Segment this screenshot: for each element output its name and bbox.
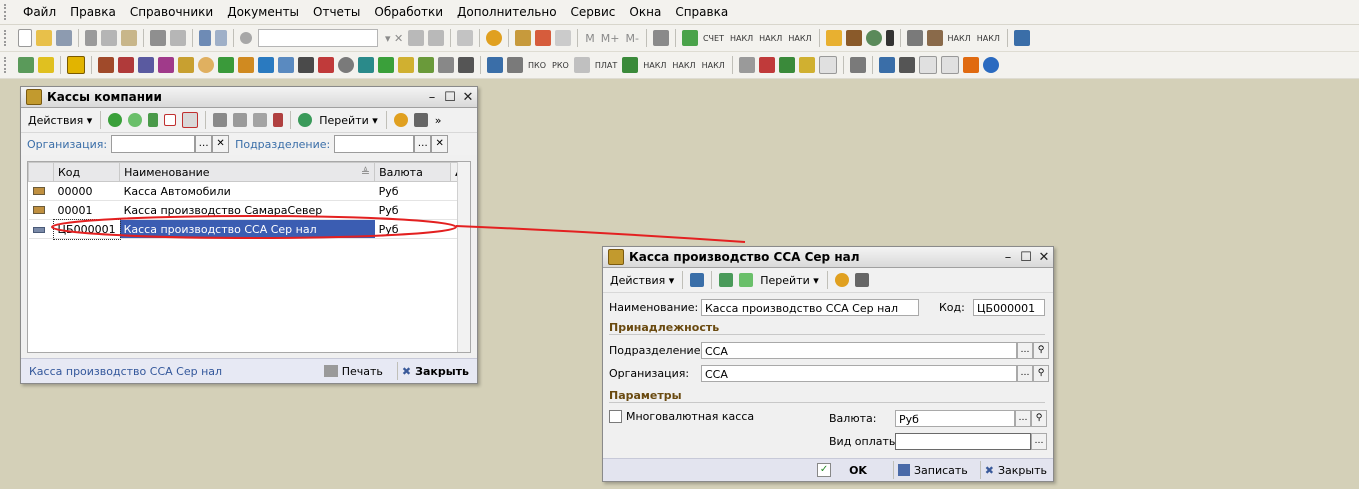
catalog-icon (608, 249, 624, 265)
save-close-icon[interactable] (690, 273, 705, 287)
cash-desk-form-window: Касса производство ССА Сер нал – ☐ ✕ Дей… (602, 246, 1054, 482)
save-icon (897, 464, 910, 476)
organization-input[interactable]: ССА (701, 365, 1017, 382)
currency-select-button[interactable]: … (1015, 410, 1031, 427)
organization-select-button[interactable]: … (1017, 365, 1033, 382)
payment-type-input[interactable] (895, 433, 1031, 450)
maximize-icon[interactable]: ☐ (1017, 250, 1035, 265)
copy-icon[interactable] (739, 273, 754, 287)
save-button[interactable]: Записать (897, 463, 968, 477)
close-label: Закрыть (998, 463, 1047, 477)
multicurrency-label: Многовалютная касса (626, 410, 755, 423)
currency-search-icon[interactable]: ⚲ (1031, 410, 1047, 427)
code-input[interactable]: ЦБ000001 (973, 299, 1045, 316)
parameters-group-title: Параметры (609, 389, 682, 402)
payment-type-select-button[interactable]: … (1031, 433, 1047, 450)
department-label: Подразделение: (609, 344, 705, 357)
department-select-button[interactable]: … (1017, 342, 1033, 359)
form-bottom-bar: ✓ OK Записать ✖ Закрыть (603, 458, 1053, 481)
payment-type-label: Вид оплаты: (829, 435, 902, 448)
actions-label: Действия (610, 273, 666, 287)
close-icon[interactable]: ✕ (1035, 250, 1053, 265)
currency-label: Валюта: (829, 412, 877, 425)
name-row: Наименование: Касса производство ССА Сер… (609, 299, 1045, 316)
annotation-connector-line (455, 225, 746, 243)
organization-label: Организация: (609, 367, 690, 380)
organization-search-icon[interactable]: ⚲ (1033, 365, 1049, 382)
reread-icon[interactable] (719, 273, 734, 287)
code-label: Код: (939, 301, 965, 314)
parameters-divider (609, 402, 1045, 403)
organization-row: Организация: ССА … ⚲ (609, 365, 1049, 382)
multicurrency-row: Многовалютная касса (609, 410, 754, 423)
form-titlebar: Касса производство ССА Сер нал – ☐ ✕ (603, 247, 1053, 268)
selection-highlight-ellipse (51, 215, 457, 239)
close-x-icon: ✖ (984, 463, 994, 477)
ok-button[interactable]: ✓ OK (817, 463, 867, 477)
currency-row: Валюта: Руб … ⚲ (829, 410, 1047, 427)
help-icon[interactable] (834, 273, 849, 287)
checkmark-icon: ✓ (817, 463, 832, 477)
name-input[interactable]: Касса производство ССА Сер нал (701, 299, 919, 316)
belonging-divider (609, 334, 1045, 335)
name-label: Наименование: (609, 301, 699, 314)
goto-menu-button[interactable]: Перейти ▾ (756, 274, 823, 287)
currency-input[interactable]: Руб (895, 410, 1015, 427)
multicurrency-checkbox[interactable] (609, 410, 622, 423)
actions-menu-button[interactable]: Действия ▾ (606, 274, 678, 287)
form-settings-icon[interactable] (854, 273, 869, 287)
payment-type-row: Вид оплаты: … (829, 433, 1047, 450)
close-button[interactable]: ✖ Закрыть (985, 464, 1047, 477)
minimize-icon[interactable]: – (999, 250, 1017, 265)
form-title: Касса производство ССА Сер нал (629, 250, 860, 264)
save-label: Записать (913, 463, 968, 477)
form-toolbar: Действия ▾ Перейти ▾ (603, 268, 1053, 293)
department-search-icon[interactable]: ⚲ (1033, 342, 1049, 359)
goto-label: Перейти (760, 273, 810, 287)
department-input[interactable]: ССА (701, 342, 1017, 359)
belonging-group-title: Принадлежность (609, 321, 720, 334)
ok-label: OK (849, 463, 867, 477)
department-row: Подразделение: ССА … ⚲ (609, 342, 1049, 359)
